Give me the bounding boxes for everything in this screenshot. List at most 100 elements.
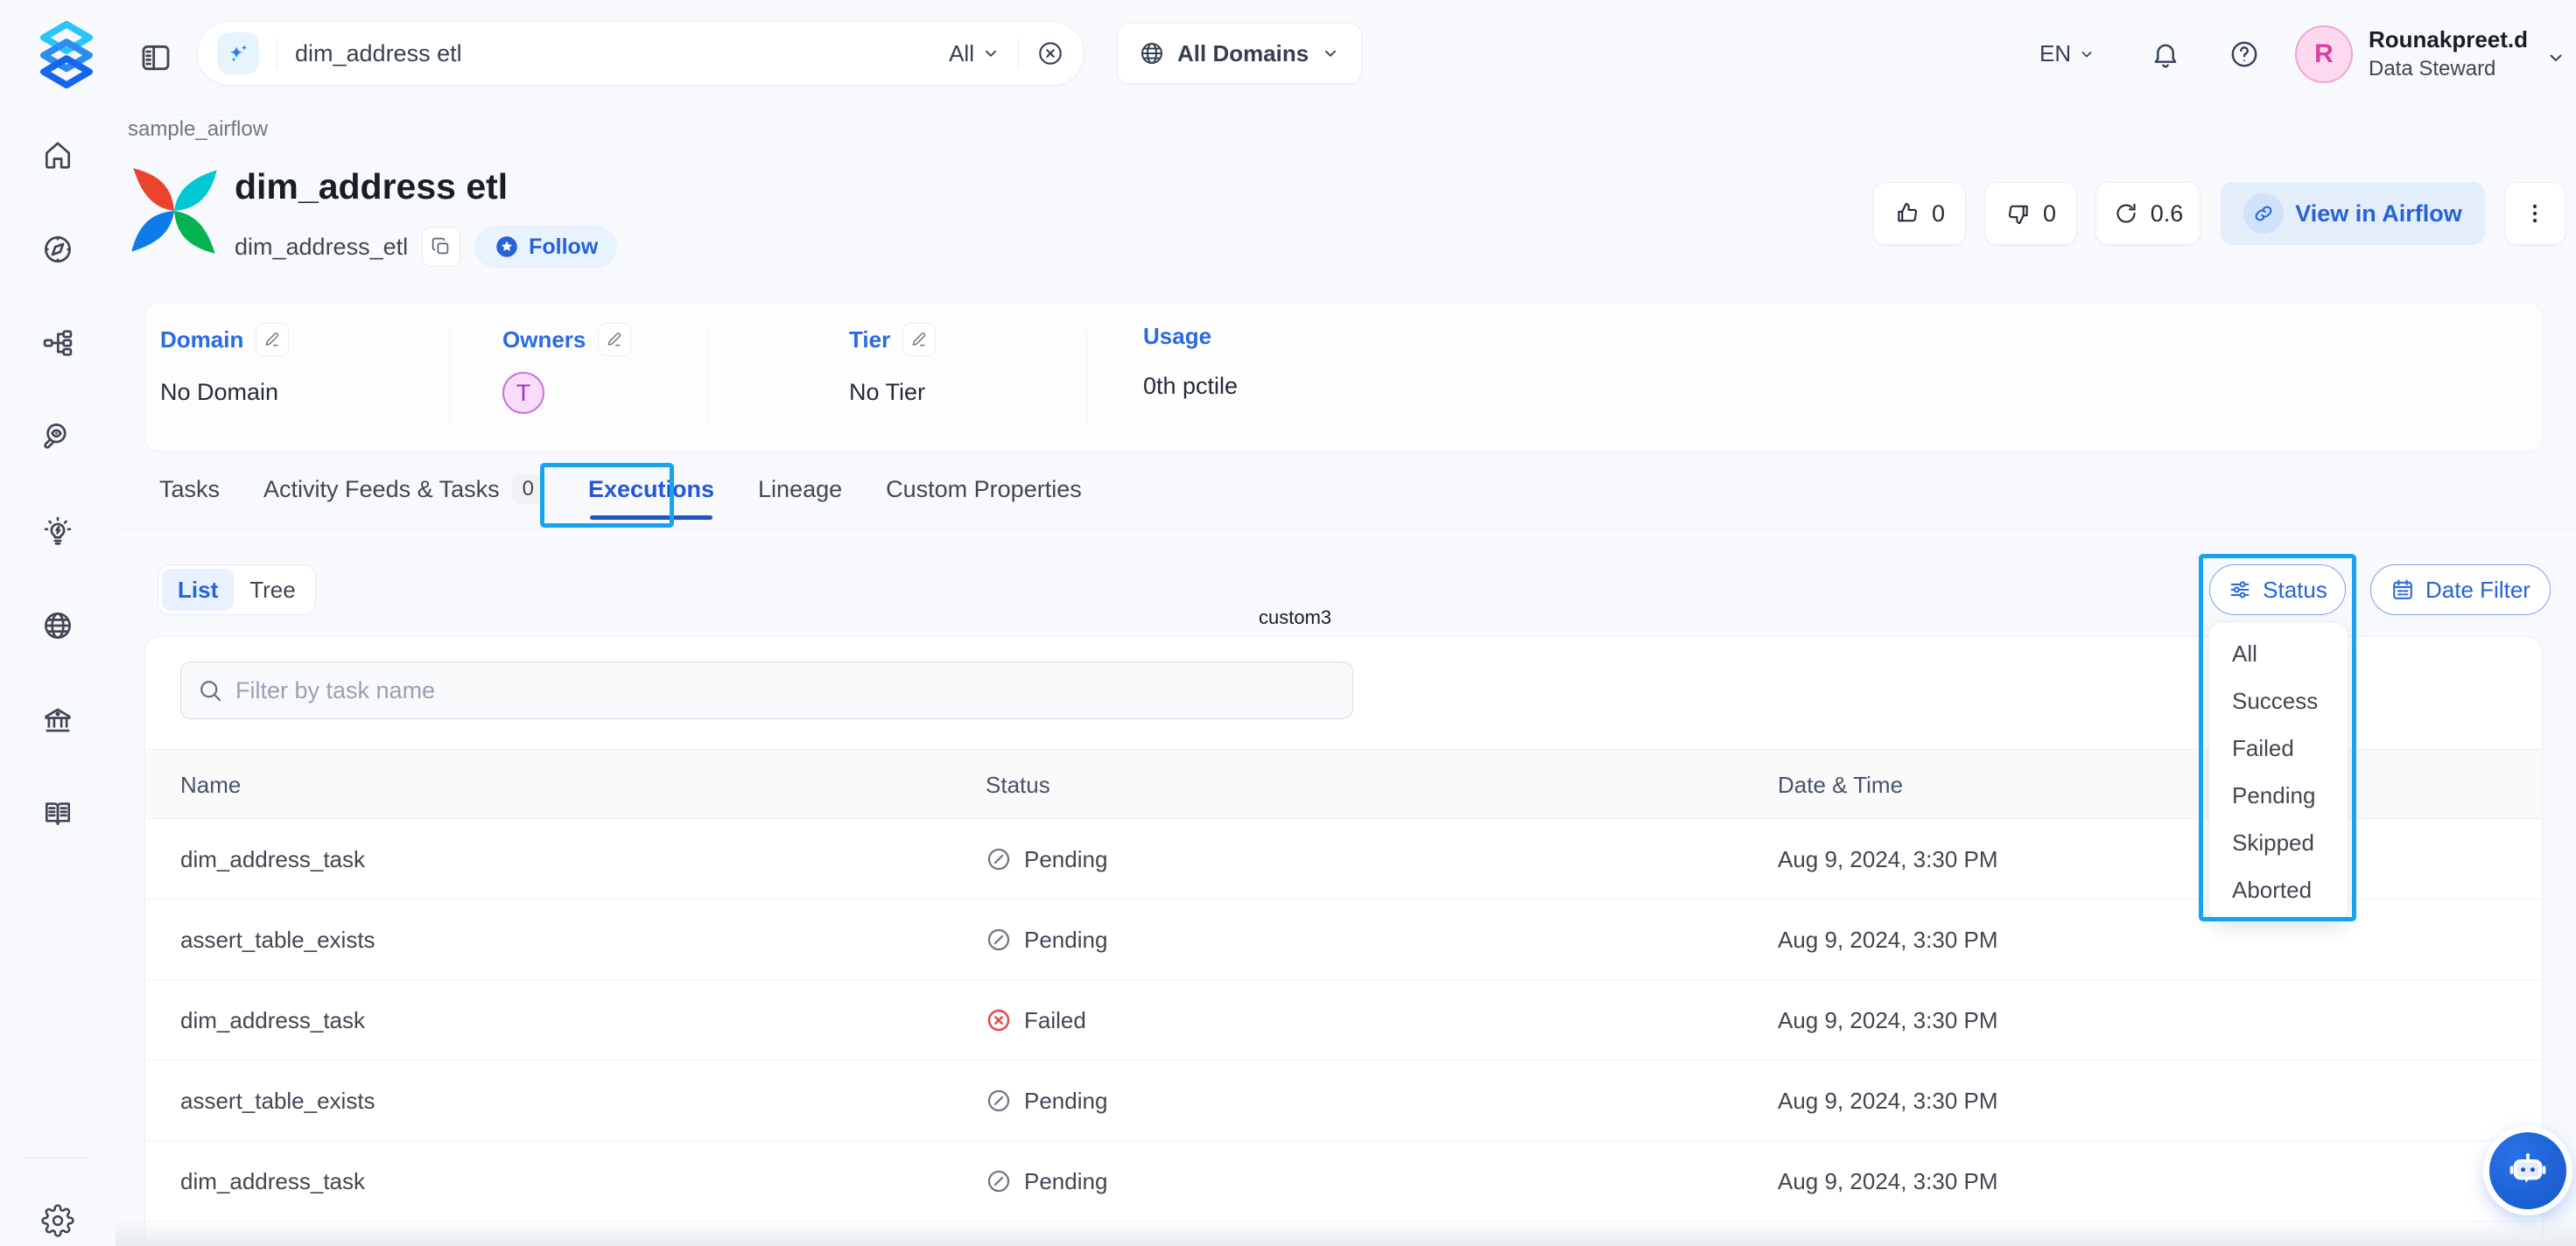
edit-owners-button[interactable] bbox=[598, 323, 631, 356]
owners-label: Owners bbox=[502, 326, 586, 354]
task-filter[interactable] bbox=[180, 662, 1353, 719]
status-option-skipped[interactable]: Skipped bbox=[2209, 819, 2348, 866]
domain-label: Domain bbox=[160, 326, 243, 354]
status-option-aborted[interactable]: Aborted bbox=[2209, 866, 2348, 914]
user-menu-chevron-icon[interactable] bbox=[2545, 47, 2566, 68]
status-option-failed[interactable]: Failed bbox=[2209, 724, 2348, 772]
table-row[interactable]: assert_table_exists Pending Aug 9, 2024,… bbox=[145, 900, 2542, 980]
column-header-status[interactable]: Status bbox=[986, 750, 1050, 820]
view-toggle: List Tree bbox=[158, 564, 316, 615]
status-filter-menu: All Success Failed Pending Skipped Abort… bbox=[2209, 623, 2348, 920]
custom3-label: custom3 bbox=[1259, 606, 1331, 629]
tab-custom-properties[interactable]: Custom Properties bbox=[886, 462, 1082, 516]
tab-activity-feeds[interactable]: Activity Feeds & Tasks0 bbox=[263, 462, 544, 516]
page-title: dim_address etl bbox=[235, 166, 508, 207]
app-screen: dim_address etl All All Domains EN bbox=[0, 0, 2576, 1246]
tier-value: No Tier bbox=[849, 379, 936, 406]
viewport-bottom-fade bbox=[116, 1220, 2576, 1246]
pencil-icon bbox=[263, 331, 281, 348]
globe-icon bbox=[1139, 40, 1165, 66]
entity-tabs: Tasks Activity Feeds & Tasks0 Executions… bbox=[159, 462, 1082, 516]
table-row[interactable]: dim_address_task Pending Aug 9, 2024, 3:… bbox=[145, 1141, 2542, 1222]
sidebar-toggle-icon[interactable] bbox=[138, 40, 173, 75]
sidebar-item-observability[interactable] bbox=[41, 420, 74, 453]
notifications-bell-icon[interactable] bbox=[2150, 38, 2181, 70]
help-icon[interactable] bbox=[2229, 38, 2260, 70]
chat-bot-button[interactable] bbox=[2489, 1132, 2566, 1209]
left-sidebar bbox=[0, 116, 116, 1246]
edit-tier-button[interactable] bbox=[902, 323, 936, 356]
status-option-all[interactable]: All bbox=[2209, 630, 2348, 677]
usage-label: Usage bbox=[1143, 323, 1211, 350]
status-option-pending[interactable]: Pending bbox=[2209, 772, 2348, 819]
sidebar-item-insights[interactable] bbox=[41, 514, 74, 548]
domain-value: No Domain bbox=[160, 379, 289, 406]
status-option-success[interactable]: Success bbox=[2209, 677, 2348, 724]
clear-search-icon[interactable] bbox=[1036, 39, 1064, 67]
date-filter-button[interactable]: Date Filter bbox=[2370, 564, 2551, 615]
sidebar-item-pipelines[interactable] bbox=[41, 326, 74, 360]
follow-button[interactable]: Follow bbox=[474, 226, 617, 268]
version-button[interactable]: 0.6 bbox=[2095, 182, 2200, 245]
table-row[interactable]: dim_address_task Failed Aug 9, 2024, 3:3… bbox=[145, 980, 2542, 1060]
calendar-icon bbox=[2390, 578, 2415, 602]
sidebar-item-govern[interactable] bbox=[41, 704, 74, 737]
activity-count-badge: 0 bbox=[512, 474, 544, 504]
chevron-down-icon bbox=[1321, 44, 1340, 63]
entity-meta-panel: Domain No Domain Owners T Tier No Tier U… bbox=[144, 303, 2543, 452]
star-badge-icon bbox=[494, 234, 520, 260]
table-row[interactable]: dim_address_task Pending Aug 9, 2024, 3:… bbox=[145, 819, 2542, 900]
user-role: Data Steward bbox=[2369, 57, 2528, 82]
column-header-datetime[interactable]: Date & Time bbox=[1778, 750, 1903, 820]
user-avatar[interactable]: R bbox=[2295, 25, 2353, 83]
openmetadata-logo-icon[interactable] bbox=[32, 19, 102, 93]
tab-lineage[interactable]: Lineage bbox=[758, 462, 842, 516]
language-selector[interactable]: EN bbox=[2039, 40, 2095, 67]
tree-view-toggle[interactable]: Tree bbox=[234, 569, 312, 611]
downvote-button[interactable]: 0 bbox=[1984, 182, 2077, 245]
tabs-divider bbox=[116, 528, 2576, 529]
column-header-name[interactable]: Name bbox=[180, 750, 241, 820]
sidebar-item-settings[interactable] bbox=[41, 1204, 74, 1237]
global-search-bar[interactable]: dim_address etl All bbox=[197, 21, 1084, 86]
ai-sparkle-icon bbox=[217, 32, 259, 74]
pending-status-icon bbox=[986, 1168, 1012, 1194]
executions-table-card: Name Status Date & Time dim_address_task… bbox=[144, 636, 2543, 1246]
search-scope-dropdown[interactable]: All bbox=[949, 40, 1000, 67]
tab-tasks[interactable]: Tasks bbox=[159, 462, 220, 516]
sidebar-item-explore[interactable] bbox=[41, 233, 74, 266]
task-filter-input[interactable] bbox=[235, 677, 1337, 704]
thumbs-up-icon bbox=[1894, 200, 1920, 227]
copy-icon bbox=[431, 236, 452, 257]
copy-button[interactable] bbox=[422, 227, 460, 267]
pending-status-icon bbox=[986, 846, 1012, 872]
edit-domain-button[interactable] bbox=[256, 323, 289, 356]
user-name: Rounakpreet.d bbox=[2369, 26, 2528, 53]
upvote-button[interactable]: 0 bbox=[1873, 182, 1966, 245]
pencil-icon bbox=[606, 331, 623, 348]
tab-executions[interactable]: Executions bbox=[588, 462, 714, 516]
table-row[interactable]: assert_table_exists Pending Aug 9, 2024,… bbox=[145, 1060, 2542, 1141]
more-actions-button[interactable] bbox=[2504, 182, 2565, 245]
kebab-menu-icon bbox=[2522, 200, 2548, 227]
list-view-toggle[interactable]: List bbox=[162, 569, 234, 611]
search-input[interactable]: dim_address etl bbox=[295, 40, 949, 67]
link-icon bbox=[2243, 193, 2284, 234]
sidebar-item-home[interactable] bbox=[41, 139, 74, 172]
status-filter-button[interactable]: Status bbox=[2209, 564, 2346, 615]
airflow-pinwheel-icon bbox=[128, 164, 221, 257]
all-domains-dropdown[interactable]: All Domains bbox=[1117, 23, 1362, 84]
breadcrumb[interactable]: sample_airflow bbox=[128, 117, 268, 142]
sidebar-item-glossary[interactable] bbox=[41, 796, 74, 830]
sidebar-item-domains[interactable] bbox=[41, 609, 74, 642]
pencil-icon bbox=[910, 331, 928, 348]
chevron-down-icon bbox=[981, 44, 1000, 63]
owner-avatar[interactable]: T bbox=[502, 372, 544, 414]
version-history-icon bbox=[2113, 200, 2139, 227]
sliders-icon bbox=[2228, 578, 2252, 602]
user-menu[interactable]: Rounakpreet.d Data Steward bbox=[2369, 26, 2528, 82]
chevron-down-icon bbox=[2078, 46, 2095, 63]
robot-icon bbox=[2505, 1148, 2551, 1194]
failed-status-icon bbox=[986, 1007, 1012, 1033]
view-in-airflow-button[interactable]: View in Airflow bbox=[2221, 182, 2485, 245]
